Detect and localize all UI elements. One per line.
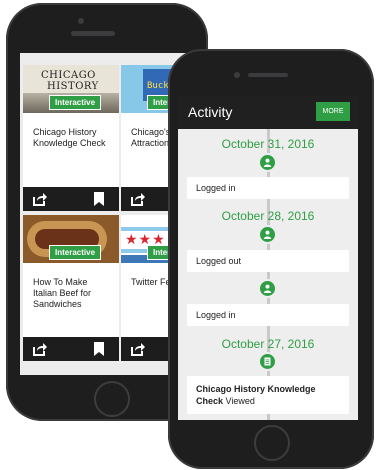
timeline-entry[interactable]: Chicago History Knowledge Check Viewed <box>187 376 349 414</box>
timeline-marker <box>260 227 275 242</box>
front-camera <box>78 18 84 24</box>
timeline-marker <box>260 155 275 170</box>
front-camera <box>234 72 240 78</box>
activity-screen: Activity MORE October 31, 2016 Logged in… <box>178 96 358 420</box>
timeline-date: October 28, 2016 <box>221 209 315 223</box>
share-icon[interactable] <box>33 192 47 206</box>
timeline-date: October 31, 2016 <box>221 137 315 151</box>
entry-item-title[interactable]: Chicago History Knowledge Check <box>196 384 316 406</box>
more-button[interactable]: MORE <box>316 102 350 121</box>
timeline-marker <box>260 354 275 369</box>
share-icon[interactable] <box>33 342 47 356</box>
card-title[interactable]: Chicago History Knowledge Check <box>33 127 113 149</box>
card-action-bar <box>23 337 119 361</box>
entry-action: Viewed <box>223 396 255 406</box>
share-icon[interactable] <box>131 192 145 206</box>
card-title[interactable]: How To Make Italian Beef for Sandwiches <box>33 277 113 310</box>
content-card[interactable]: Interactive How To Make Italian Beef for… <box>23 215 119 361</box>
speaker-grille <box>71 31 115 36</box>
user-icon <box>263 284 272 293</box>
thumbnail-text: Buck <box>147 81 169 91</box>
timeline-entry: Logged out <box>187 250 349 272</box>
content-card[interactable]: CHICAGO HISTORY Interactive Chicago Hist… <box>23 65 119 211</box>
document-icon <box>264 357 271 366</box>
timeline-marker <box>260 281 275 296</box>
front-phone: Activity MORE October 31, 2016 Logged in… <box>168 49 374 469</box>
interactive-badge: Interactive <box>49 95 102 110</box>
thumbnail-text: HISTORY <box>47 81 99 92</box>
bookmark-icon[interactable] <box>93 192 105 206</box>
timeline-entry: Logged in <box>187 177 349 199</box>
timeline-entry: Logged in <box>187 304 349 326</box>
card-action-bar <box>23 187 119 211</box>
page-title: Activity <box>188 104 233 120</box>
share-icon[interactable] <box>131 342 145 356</box>
home-button <box>254 425 290 461</box>
interactive-badge: Interactive <box>49 245 102 260</box>
user-icon <box>263 230 272 239</box>
timeline-date: October 27, 2016 <box>221 337 315 351</box>
speaker-grille <box>248 73 288 77</box>
activity-header: Activity MORE <box>178 96 358 129</box>
thumbnail-text: CHICAGO <box>41 70 96 81</box>
user-icon <box>263 158 272 167</box>
bookmark-icon[interactable] <box>93 342 105 356</box>
home-button <box>94 381 130 417</box>
